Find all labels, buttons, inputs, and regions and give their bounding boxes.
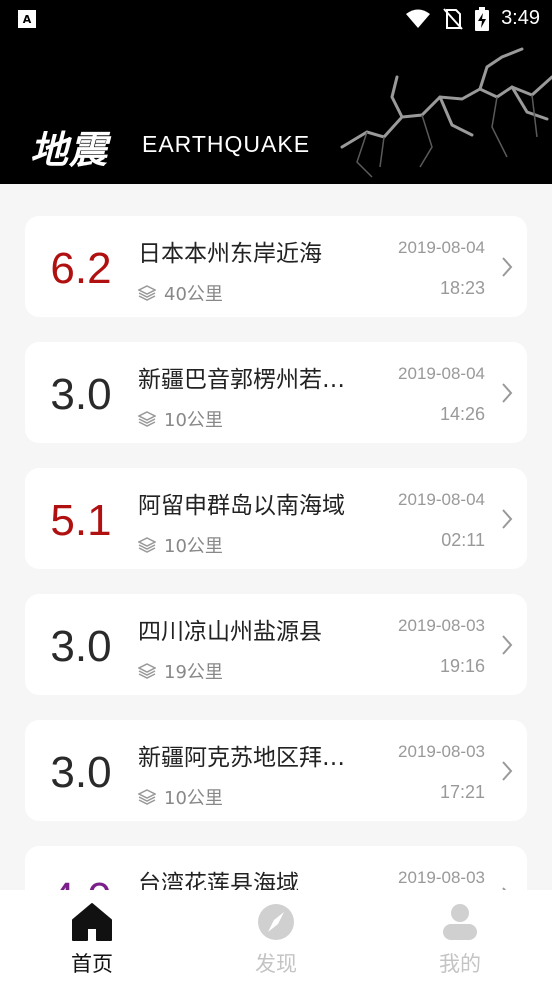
chevron-right-icon [502,257,513,277]
quake-time: 14:26 [439,404,485,424]
chevron-right-icon [502,509,513,529]
battery-charging-icon [475,6,490,31]
magnitude: 6.2 [50,244,112,293]
nav-label-discover: 发现 [255,952,297,976]
quake-date: 2019-08-04 [398,238,485,257]
layers-icon [138,537,156,553]
magnitude: 4.0 [25,874,137,890]
quake-time: 19:16 [439,656,485,676]
quake-card[interactable]: 5.1 阿留申群岛以南海域 10公里 2019-08-04 02:11 [25,468,527,569]
wifi-icon [406,9,431,28]
depth-row: 10公里 [138,784,223,810]
depth-row: 19公里 [138,658,223,684]
layers-icon [138,285,156,301]
quake-date: 2019-08-03 [398,742,485,761]
quake-location: 新疆阿克苏地区拜… [138,745,345,771]
quake-card[interactable]: 3.0 新疆巴音郭楞州若… 10公里 2019-08-04 14:26 [25,342,527,443]
chevron-right-icon [502,635,513,655]
earth-crack-illustration [340,47,552,178]
status-icons: 3:49 [405,0,540,37]
quake-time: 02:11 [441,530,485,550]
nav-item-discover[interactable]: 发现 [184,890,368,983]
app-notification-icon: A [18,10,36,28]
quake-card[interactable]: 4.0 台湾花莲县海域 2019-08-03 [25,846,527,890]
depth-row: 10公里 [138,532,223,558]
quake-date: 2019-08-03 [398,616,485,635]
nav-label-home: 首页 [71,952,113,976]
depth-text: 10公里 [164,788,223,809]
bottom-navigation: 首页 发现 我的 [0,890,552,983]
depth-text: 40公里 [164,284,223,305]
clock-text: 3:49 [501,7,540,29]
compass-icon [258,904,294,940]
quake-date: 2019-08-04 [398,364,485,383]
depth-row: 10公里 [138,406,223,432]
quake-location: 阿留申群岛以南海域 [138,493,345,519]
chevron-right-icon [502,383,513,403]
layers-icon [138,663,156,679]
quake-date: 2019-08-04 [398,490,485,509]
quake-location: 日本本州东岸近海 [138,241,322,267]
earthquake-list[interactable]: 6.2 日本本州东岸近海 40公里 2019-08-04 18:23 3.0 新… [0,184,552,890]
nav-label-profile: 我的 [439,952,481,976]
depth-text: 10公里 [164,536,223,557]
magnitude: 3.0 [50,370,112,419]
quake-card[interactable]: 6.2 日本本州东岸近海 40公里 2019-08-04 18:23 [25,216,527,317]
quake-location: 新疆巴音郭楞州若… [138,367,345,393]
quake-card[interactable]: 3.0 新疆阿克苏地区拜… 10公里 2019-08-03 17:21 [25,720,527,821]
quake-time: 17:21 [439,782,485,802]
header-banner: 地震 EARTHQUAKE [0,37,552,184]
depth-text: 10公里 [164,410,223,431]
quake-location: 台湾花莲县海域 [138,871,299,890]
header-title-cn: 地震 [30,128,109,172]
nav-item-home[interactable]: 首页 [0,890,184,983]
status-bar: A 3:49 [0,0,552,37]
layers-icon [138,411,156,427]
quake-card[interactable]: 3.0 四川凉山州盐源县 19公里 2019-08-03 19:16 [25,594,527,695]
home-icon [72,903,112,941]
no-sim-icon [443,7,463,30]
chevron-right-icon [502,761,513,781]
magnitude: 3.0 [50,748,112,797]
nav-item-profile[interactable]: 我的 [368,890,552,983]
magnitude: 3.0 [50,622,112,671]
depth-text: 19公里 [164,662,223,683]
magnitude: 5.1 [50,496,112,545]
quake-date: 2019-08-03 [398,868,485,887]
depth-row: 40公里 [138,280,223,306]
quake-location: 四川凉山州盐源县 [138,619,322,645]
quake-time: 18:23 [439,278,485,298]
header-title-en: EARTHQUAKE [142,131,311,157]
layers-icon [138,789,156,805]
profile-icon [443,904,477,940]
